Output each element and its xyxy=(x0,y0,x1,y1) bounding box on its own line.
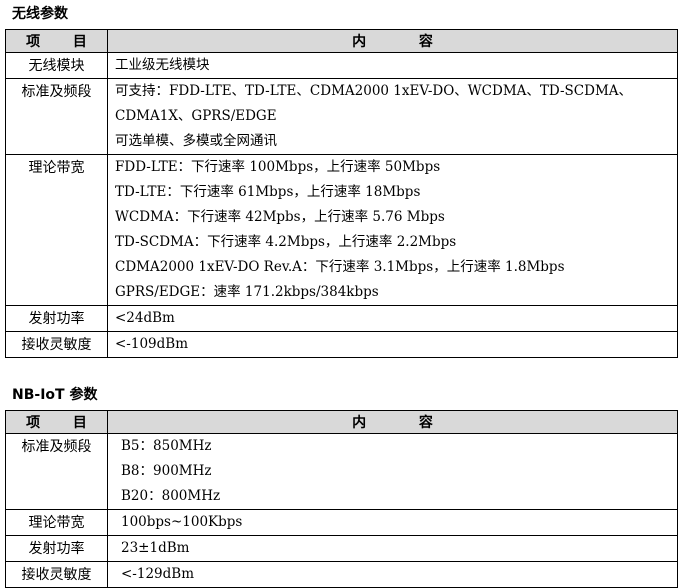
table-row: 发射功率 23±1dBm xyxy=(5,535,678,562)
table-row: 理论带宽 FDD-LTE：下行速率 100Mbps，上行速率 50Mbps TD… xyxy=(5,154,678,306)
row-content: B5：850MHz B8：900MHz B20：800MHz xyxy=(107,433,678,510)
header-content: 内 容 xyxy=(107,410,678,434)
row-content: <24dBm xyxy=(107,305,678,332)
table-header-row: 项 目 内 容 xyxy=(5,29,678,53)
row-label: 无线模块 xyxy=(5,52,108,79)
table-row: 发射功率 <24dBm xyxy=(5,305,678,332)
nbiot-section-title: NB-IoT 参数 xyxy=(12,387,98,403)
header-item: 项 目 xyxy=(5,29,108,53)
row-label: 标准及频段 xyxy=(5,433,108,510)
row-label: 接收灵敏度 xyxy=(5,561,108,588)
row-content: 工业级无线模块 xyxy=(107,52,678,79)
row-content: 100bps~100Kbps xyxy=(107,509,678,536)
row-label: 标准及频段 xyxy=(5,78,108,155)
row-label: 理论带宽 xyxy=(5,154,108,306)
wireless-section-title: 无线参数 xyxy=(12,6,68,22)
row-label: 发射功率 xyxy=(5,305,108,332)
row-content: FDD-LTE：下行速率 100Mbps，上行速率 50Mbps TD-LTE：… xyxy=(107,154,678,306)
row-label: 发射功率 xyxy=(5,535,108,562)
row-content: <-129dBm xyxy=(107,561,678,588)
table-header-row: 项 目 内 容 xyxy=(5,410,678,434)
table-row: 接收灵敏度 <-129dBm xyxy=(5,561,678,588)
row-content: 23±1dBm xyxy=(107,535,678,562)
nbiot-params-table: 项 目 内 容 标准及频段 B5：850MHz B8：900MHz B20：80… xyxy=(5,410,678,588)
row-content: <-109dBm xyxy=(107,331,678,358)
table-row: 理论带宽 100bps~100Kbps xyxy=(5,509,678,536)
wireless-params-table: 项 目 内 容 无线模块 工业级无线模块 标准及频段 可支持：FDD-LTE、T… xyxy=(5,29,678,358)
table-row: 标准及频段 B5：850MHz B8：900MHz B20：800MHz xyxy=(5,433,678,510)
row-content: 可支持：FDD-LTE、TD-LTE、CDMA2000 1xEV-DO、WCDM… xyxy=(107,78,678,155)
header-item: 项 目 xyxy=(5,410,108,434)
table-row: 标准及频段 可支持：FDD-LTE、TD-LTE、CDMA2000 1xEV-D… xyxy=(5,78,678,155)
header-content: 内 容 xyxy=(107,29,678,53)
row-label: 接收灵敏度 xyxy=(5,331,108,358)
row-label: 理论带宽 xyxy=(5,509,108,536)
table-row: 无线模块 工业级无线模块 xyxy=(5,52,678,79)
table-row: 接收灵敏度 <-109dBm xyxy=(5,331,678,358)
